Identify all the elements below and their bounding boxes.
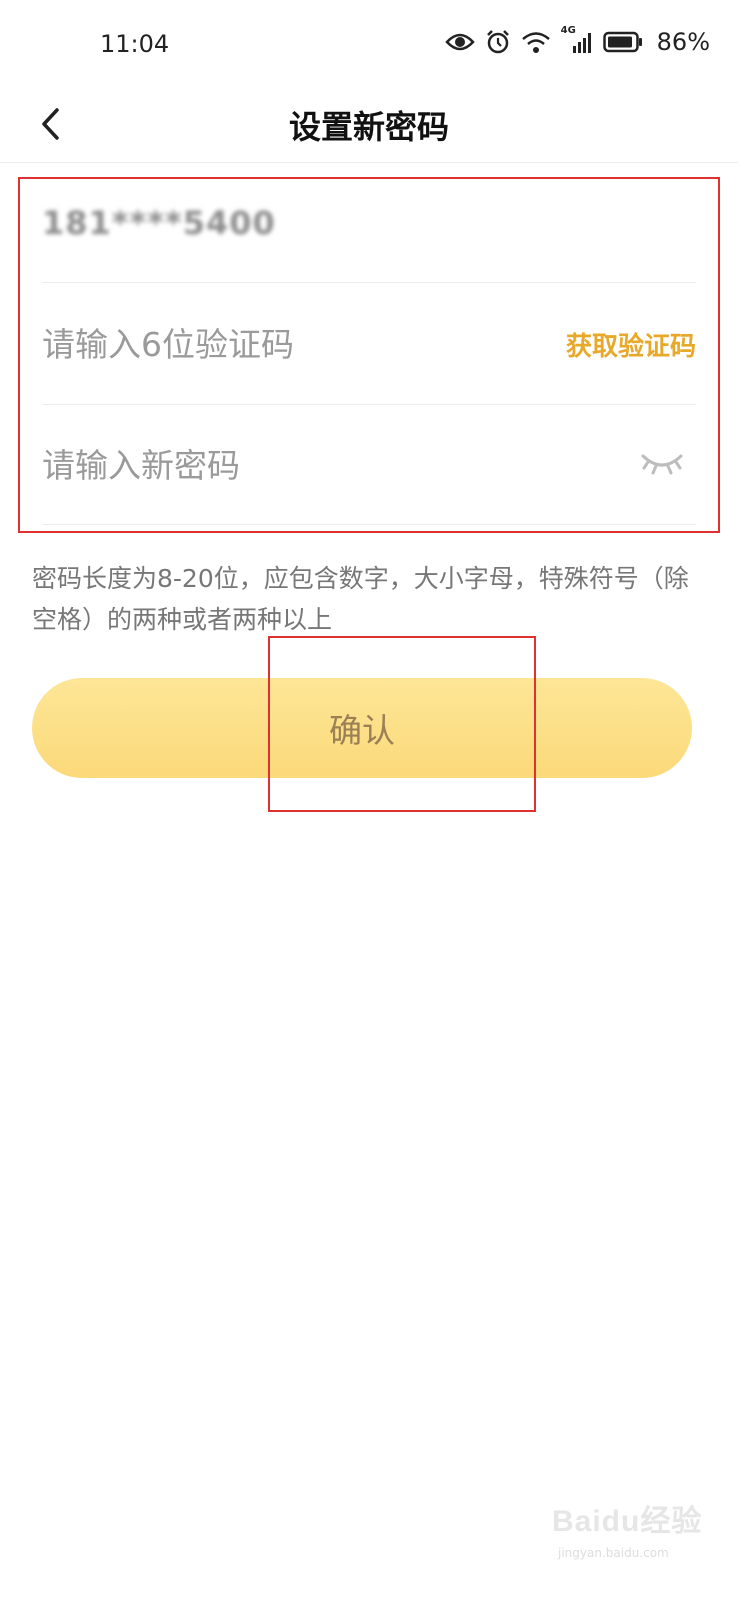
- baidu-watermark: Baidu经验 jingyan.baidu.com: [552, 1496, 732, 1576]
- battery-percent: 86%: [656, 28, 710, 56]
- status-bar: 11:04 4G 86%: [0, 0, 738, 90]
- wifi-icon: [521, 32, 550, 53]
- annotation-box-confirm: [268, 636, 536, 812]
- watermark-url: jingyan.baidu.com: [558, 1546, 669, 1560]
- password-hint: 密码长度为8-20位，应包含数字，大小字母，特殊符号（除空格）的两种或者两种以上: [32, 564, 689, 634]
- alarm-icon: [486, 30, 509, 54]
- status-time: 11:04: [100, 30, 170, 58]
- signal-icon: 4G: [561, 25, 593, 55]
- eye-icon: [444, 33, 475, 51]
- annotation-box-form: [18, 177, 720, 533]
- status-icons: 4G 86%: [444, 25, 710, 56]
- header: 设置新密码: [0, 90, 738, 163]
- battery-icon: [602, 31, 642, 53]
- page-title: 设置新密码: [288, 108, 449, 146]
- watermark-logo: Baidu经验: [552, 1505, 703, 1538]
